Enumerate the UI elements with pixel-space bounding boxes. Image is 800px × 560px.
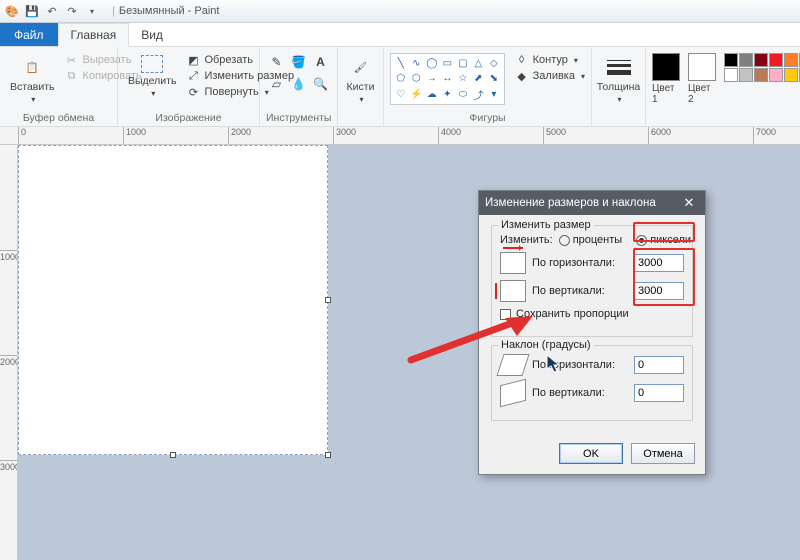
tools-grid: ✎ 🪣 A ▱ 💧 🔍: [268, 53, 330, 93]
group-image: Выделить▾ ◩Обрезать ⤢Изменить размер ⟳По…: [118, 47, 260, 126]
resize-vert-icon: [500, 280, 526, 302]
color2-button[interactable]: Цвет 2: [688, 53, 716, 105]
color1-swatch: [652, 53, 680, 81]
palette-swatch[interactable]: [739, 68, 753, 82]
color-palette: [724, 53, 800, 82]
brush-icon: 🖌: [347, 55, 375, 79]
group-label-tools: Инструменты: [266, 112, 331, 126]
annotation-red-box-pixels: [633, 222, 695, 242]
fill-tool[interactable]: 🪣: [290, 53, 308, 71]
resize-horiz-icon: [500, 252, 526, 274]
palette-swatch[interactable]: [724, 68, 738, 82]
resize-vert-label: По вертикали:: [532, 285, 628, 297]
dialog-titlebar[interactable]: Изменение размеров и наклона ✕: [479, 191, 705, 215]
ruler-vertical: 100020003000: [0, 145, 18, 560]
by-label: Изменить:: [500, 234, 553, 246]
stroke-icon: [605, 55, 633, 79]
palette-swatch[interactable]: [754, 53, 768, 67]
palette-swatch[interactable]: [739, 53, 753, 67]
undo-icon[interactable]: ↶: [44, 3, 60, 19]
group-label-image: Изображение: [124, 112, 253, 126]
group-clipboard: 📋 Вставить▾ ✂Вырезать ⧉Копировать Буфер …: [0, 47, 118, 126]
outline-icon: ◊: [515, 53, 529, 67]
color2-swatch: [688, 53, 716, 81]
paste-button[interactable]: 📋 Вставить▾: [6, 53, 59, 106]
group-shapes: ╲∿◯▭▢△◇ ⬠⬡→↔☆⬈⬊ ♡⚡☁✦⬭⤴▾ ◊Контур▾ ◆Заливк…: [384, 47, 592, 126]
quick-access-toolbar: 🎨 💾 ↶ ↷ ▾: [4, 3, 100, 19]
group-tools: ✎ 🪣 A ▱ 💧 🔍 Инструменты: [260, 47, 338, 126]
brushes-button[interactable]: 🖌 Кисти▾: [343, 53, 379, 106]
palette-swatch[interactable]: [769, 53, 783, 67]
palette-swatch[interactable]: [784, 53, 798, 67]
palette-swatch[interactable]: [724, 53, 738, 67]
group-colors: Цвет 1 Цвет 2: [646, 47, 800, 126]
resize-skew-dialog: Изменение размеров и наклона ✕ Изменить …: [478, 190, 706, 475]
close-icon[interactable]: ✕: [679, 195, 699, 211]
zoom-tool[interactable]: 🔍: [312, 75, 330, 93]
resize-handle-right[interactable]: [325, 297, 331, 303]
eraser-tool[interactable]: ▱: [268, 75, 286, 93]
canvas[interactable]: [18, 145, 328, 455]
skew-vert-icon: [500, 379, 526, 407]
group-brushes: 🖌 Кисти▾: [338, 47, 384, 126]
paste-icon: 📋: [18, 55, 46, 79]
palette-swatch[interactable]: [769, 68, 783, 82]
ribbon: 📋 Вставить▾ ✂Вырезать ⧉Копировать Буфер …: [0, 47, 800, 127]
pencil-tool[interactable]: ✎: [268, 53, 286, 71]
palette-swatch[interactable]: [784, 68, 798, 82]
group-stroke: Толщина▾: [592, 47, 646, 126]
cut-icon: ✂: [65, 53, 79, 67]
picker-tool[interactable]: 💧: [290, 75, 308, 93]
copy-icon: ⧉: [65, 69, 79, 83]
stroke-button[interactable]: Толщина▾: [593, 53, 644, 106]
skew-horiz-icon: [496, 354, 529, 376]
resize-icon: ⤢: [186, 69, 200, 83]
skew-vert-label: По вертикали:: [532, 387, 628, 399]
tab-view[interactable]: Вид: [129, 23, 176, 46]
palette-swatch[interactable]: [754, 68, 768, 82]
ribbon-tabs: Файл Главная Вид: [0, 23, 800, 47]
skew-fieldset: Наклон (градусы) По горизонтали: По верт…: [491, 345, 693, 421]
shape-fill-button[interactable]: ◆Заливка▾: [515, 69, 585, 83]
text-tool[interactable]: A: [312, 53, 330, 71]
resize-handle-corner[interactable]: [325, 452, 331, 458]
qat-dropdown-icon[interactable]: ▾: [84, 3, 100, 19]
resize-legend: Изменить размер: [498, 219, 594, 231]
app-name: Paint: [194, 5, 219, 17]
skew-vert-input[interactable]: [634, 384, 684, 402]
select-button[interactable]: Выделить▾: [124, 53, 180, 100]
color1-button[interactable]: Цвет 1: [652, 53, 680, 105]
tab-home[interactable]: Главная: [58, 23, 130, 47]
group-label-shapes: Фигуры: [390, 112, 585, 126]
shapes-gallery[interactable]: ╲∿◯▭▢△◇ ⬠⬡→↔☆⬈⬊ ♡⚡☁✦⬭⤴▾: [390, 53, 505, 105]
document-title: Безымянный: [119, 5, 185, 17]
fill-icon: ◆: [515, 69, 529, 83]
group-label-clipboard: Буфер обмена: [6, 112, 111, 126]
skew-horiz-label: По горизонтали:: [532, 359, 628, 371]
redo-icon[interactable]: ↷: [64, 3, 80, 19]
radio-percent[interactable]: проценты: [559, 234, 623, 246]
tab-file[interactable]: Файл: [0, 23, 58, 46]
resize-handle-bottom[interactable]: [170, 452, 176, 458]
select-icon: [141, 55, 163, 73]
annotation-red-box-values: [633, 248, 695, 306]
ruler-horizontal: 01000200030004000500060007000: [0, 127, 800, 145]
resize-fieldset: Изменить размер Изменить: проценты пиксе…: [491, 225, 693, 337]
title-bar: 🎨 💾 ↶ ↷ ▾ | Безымянный - Paint: [0, 0, 800, 23]
cancel-button[interactable]: Отмена: [631, 443, 695, 464]
skew-horiz-input[interactable]: [634, 356, 684, 374]
paint-app-icon: 🎨: [4, 3, 20, 19]
save-icon[interactable]: 💾: [24, 3, 40, 19]
dialog-title: Изменение размеров и наклона: [485, 197, 656, 209]
crop-icon: ◩: [186, 53, 200, 67]
rotate-icon: ⟳: [186, 85, 200, 99]
keep-ratio-checkbox[interactable]: Сохранить пропорции: [500, 308, 629, 320]
resize-horiz-label: По горизонтали:: [532, 257, 628, 269]
shape-outline-button[interactable]: ◊Контур▾: [515, 53, 585, 67]
ok-button[interactable]: OK: [559, 443, 623, 464]
skew-legend: Наклон (градусы): [498, 339, 594, 351]
